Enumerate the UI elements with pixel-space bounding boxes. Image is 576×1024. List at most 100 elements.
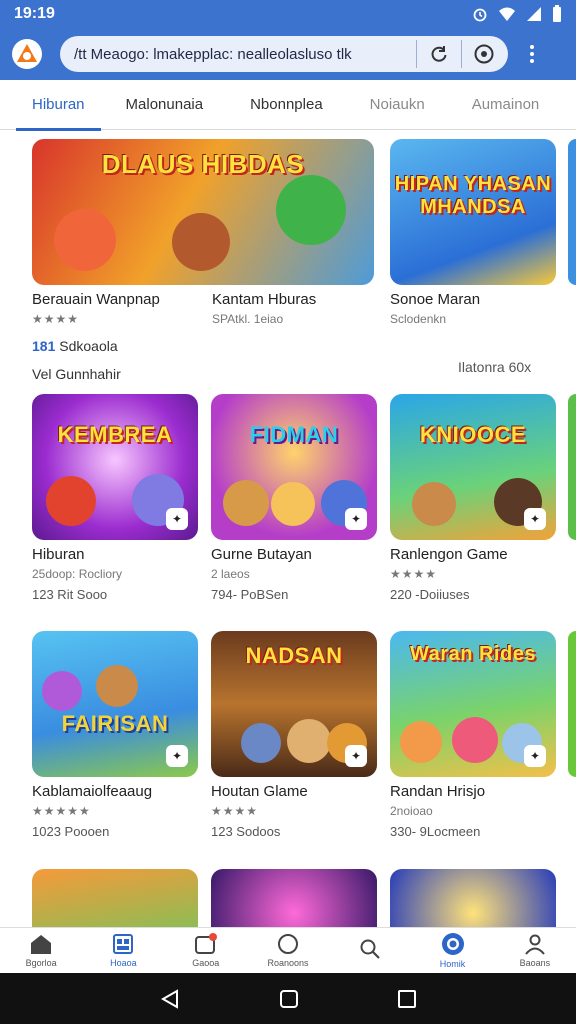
url-divider-2 xyxy=(461,40,462,68)
status-bar: 19:19 xyxy=(0,0,576,28)
game-badge: ✦ xyxy=(345,508,367,530)
character-art xyxy=(241,723,281,763)
game-thumbnail[interactable]: FAIRISAN ✦ xyxy=(32,631,198,777)
tab-5[interactable]: Aumainon xyxy=(472,80,540,130)
game-title: Hiburan xyxy=(32,546,85,563)
tab-4[interactable]: Noiaukn xyxy=(370,80,425,130)
nav-circle[interactable]: Roanoons xyxy=(247,928,329,973)
game-card[interactable]: FAIRISAN ✦ Kablamaiolfeaaug ★★★★★ 1023 P… xyxy=(32,631,198,839)
tab-hiburan[interactable]: Hiburan xyxy=(16,80,100,131)
tabs-icon xyxy=(474,44,494,64)
nav-label: Bgorloa xyxy=(25,958,57,968)
game-meta: 123 Sodoos xyxy=(211,824,281,839)
game-badge: ✦ xyxy=(345,745,367,767)
game-title: Randan Hrisjo xyxy=(390,783,486,800)
game-card[interactable]: KEMBREA ✦ Hiburan 25doop: Rocliory 123 R… xyxy=(32,394,198,602)
nav-label: Baoans xyxy=(519,958,551,968)
character-art xyxy=(96,665,138,707)
url-text[interactable]: /tt Meaogo: lmakepplac: nealleolasluso t… xyxy=(74,46,408,63)
game-title: Gurne Butayan xyxy=(211,546,312,563)
game-thumbnail[interactable]: FIDMAN ✦ xyxy=(211,394,377,540)
next-card-peek[interactable] xyxy=(568,139,576,285)
game-card[interactable]: NADSAN ✦ Houtan Glame ★★★★ 123 Sodoos xyxy=(211,631,377,839)
target-icon xyxy=(441,933,464,955)
nav-label: Gaooa xyxy=(192,958,220,968)
nav-profile[interactable]: Baoans xyxy=(494,928,576,973)
count-value: 181 xyxy=(32,338,56,354)
home-button-icon[interactable] xyxy=(279,989,299,1009)
reload-button[interactable] xyxy=(425,40,453,68)
game-card[interactable]: HIPAN YHASAN MHANDSA Sonoe Maran Scloden… xyxy=(390,139,556,326)
game-thumbnail[interactable] xyxy=(211,869,377,927)
game-title: Houtan Glame xyxy=(211,783,308,800)
game-thumbnail[interactable]: KEMBREA ✦ xyxy=(32,394,198,540)
game-card-featured[interactable]: DLAUS HIBDAS Berauain Wanpnap ★★★★ Kanta… xyxy=(32,139,374,382)
game-card[interactable]: KNIOOCE ✦ Ranlengon Game ★★★★ 220 -Doiiu… xyxy=(390,394,556,602)
nav-search[interactable] xyxy=(329,928,411,973)
thumbnail-art-text: KEMBREA xyxy=(57,422,173,447)
count-label: Sdkoaola xyxy=(59,338,118,354)
game-card[interactable]: Waran Rides ✦ Randan Hrisjo 2noioao 330-… xyxy=(390,631,556,839)
profile-icon xyxy=(525,934,545,955)
character-art xyxy=(400,721,442,763)
game-card[interactable]: FIDMAN ✦ Gurne Butayan 2 laeos 794- PoBS… xyxy=(211,394,377,602)
circle-icon xyxy=(277,934,298,954)
character-art xyxy=(271,482,315,526)
next-card-peek[interactable] xyxy=(568,631,576,777)
thumbnail-art-text: FIDMAN xyxy=(249,422,339,447)
game-meta: 794- PoBSen xyxy=(211,587,289,602)
game-title: Kantam Hburas xyxy=(212,291,317,308)
game-thumbnail[interactable] xyxy=(32,869,198,927)
recents-icon[interactable] xyxy=(397,989,417,1009)
game-thumbnail[interactable]: KNIOOCE ✦ xyxy=(390,394,556,540)
game-badge: ✦ xyxy=(524,508,546,530)
game-subtitle: 25doop: Rocliory xyxy=(32,567,123,581)
nav-home[interactable]: Bgorloa xyxy=(0,928,82,973)
character-art xyxy=(287,719,331,763)
game-title: Kablamaiolfeaaug xyxy=(32,783,153,800)
game-meta: 123 Rit Sooo xyxy=(32,587,108,602)
game-thumbnail[interactable]: HIPAN YHASAN MHANDSA xyxy=(390,139,556,285)
next-card-peek[interactable] xyxy=(568,394,576,540)
game-badge: ✦ xyxy=(166,508,188,530)
nav-target[interactable]: Homik xyxy=(411,928,493,973)
back-icon[interactable] xyxy=(159,988,181,1010)
game-subtitle: 2noioao xyxy=(390,804,433,818)
nav-apps[interactable]: Hoaoa xyxy=(82,928,164,973)
game-title: Berauain Wanpnap xyxy=(32,291,160,308)
game-thumbnail[interactable] xyxy=(390,869,556,927)
game-badge: ✦ xyxy=(524,745,546,767)
tab-2[interactable]: Malonunaia xyxy=(126,80,204,130)
game-card[interactable] xyxy=(211,869,377,927)
game-thumbnail[interactable]: NADSAN ✦ xyxy=(211,631,377,777)
browser-bar: /tt Meaogo: lmakepplac: nealleolasluso t… xyxy=(0,28,576,80)
nav-games[interactable]: Gaooa xyxy=(165,928,247,973)
game-subtitle: 2 laeos xyxy=(211,567,250,581)
url-bar[interactable]: /tt Meaogo: lmakepplac: nealleolasluso t… xyxy=(60,36,508,72)
tab-3[interactable]: Nbonnplea xyxy=(250,80,323,130)
thumbnail-art-text: Waran Rides xyxy=(410,643,536,665)
game-meta: 1023 Poooen xyxy=(32,824,110,839)
category-tabs: Hiburan Malonunaia Nbonnplea Noiaukn Aum… xyxy=(0,80,576,131)
game-thumbnail[interactable]: DLAUS HIBDAS xyxy=(32,139,374,285)
app-root: 19:19 /tt Meaogo: lmakepplac: nealleolas… xyxy=(0,0,576,1024)
game-card[interactable] xyxy=(390,869,556,927)
character-art xyxy=(276,175,346,245)
game-rating: ★★★★★ xyxy=(32,804,91,818)
character-art xyxy=(223,480,269,526)
search-icon xyxy=(360,939,381,959)
app-logo[interactable] xyxy=(12,39,42,69)
game-meta: 220 -Doiiuses xyxy=(390,587,470,602)
note-left: Vel Gunnhahir xyxy=(32,366,121,382)
apps-icon xyxy=(113,934,134,954)
menu-button[interactable] xyxy=(520,45,544,63)
nav-label: Homik xyxy=(439,959,466,969)
game-card[interactable] xyxy=(32,869,198,927)
game-thumbnail[interactable]: Waran Rides ✦ xyxy=(390,631,556,777)
tabs-button[interactable] xyxy=(470,40,498,68)
game-title: Sonoe Maran xyxy=(390,291,481,308)
thumbnail-art-text: KNIOOCE xyxy=(419,422,527,447)
game-grid: DLAUS HIBDAS Berauain Wanpnap ★★★★ Kanta… xyxy=(0,131,576,927)
game-title: Ranlengon Game xyxy=(390,546,508,563)
character-art xyxy=(46,476,96,526)
